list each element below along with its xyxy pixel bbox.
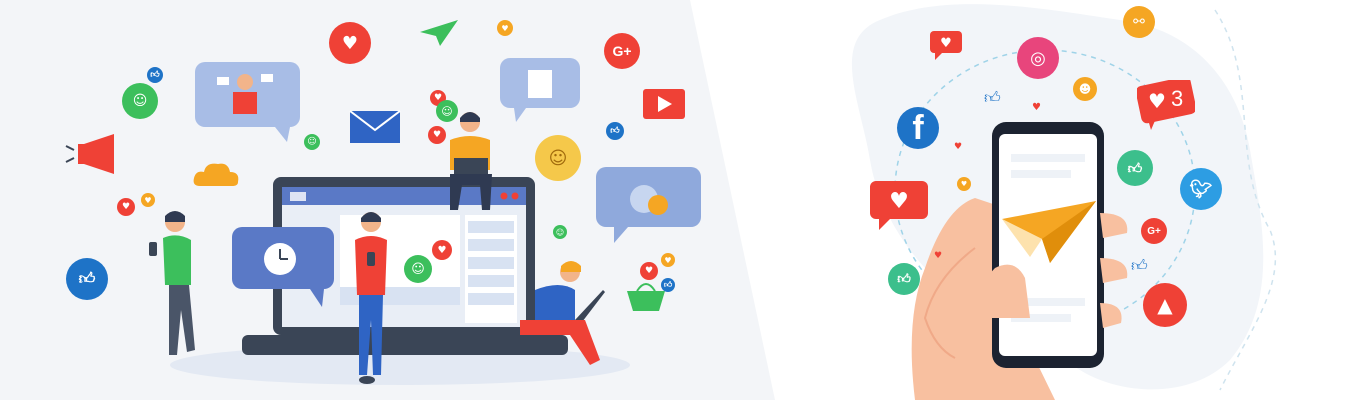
heart-bubble-small: ♥ xyxy=(930,31,962,60)
like-badge-right: 👍︎ xyxy=(606,122,624,140)
person-standing-red xyxy=(355,212,387,384)
like-badge-basket: 👍︎ xyxy=(661,278,675,292)
instagram-icon: ◎ xyxy=(1017,37,1059,79)
smiley-badge-right: ☺ xyxy=(553,225,567,239)
dollar-coin-icon xyxy=(648,195,668,215)
google-plus-icon-right: G+ xyxy=(1141,218,1167,244)
thumbs-up-icon-tiny: 👍︎ xyxy=(984,88,1001,107)
thumbs-up-icon-bottom: 👍︎ xyxy=(888,263,920,295)
heart-badge-screen: ♥ xyxy=(432,240,452,260)
facebook-icon: f xyxy=(897,107,939,149)
smiley-icon-small: ☺ xyxy=(404,255,432,283)
heart-icon-in-bubble: ♥ xyxy=(1148,89,1166,113)
heart-icon: ♥ xyxy=(329,22,371,64)
heart-icon-tiny-3: ♥ xyxy=(934,251,943,261)
heart-badge-small: ♥ xyxy=(117,198,135,216)
twitter-icon: 🐦︎ xyxy=(1180,168,1222,210)
document-icon xyxy=(528,70,552,98)
paper-plane-icon xyxy=(1002,201,1096,263)
chat-bubble-profile xyxy=(195,62,300,142)
google-plus-icon: G+ xyxy=(604,33,640,69)
smiley-icon: ☺ xyxy=(122,83,158,119)
heart-icon-tiny-2: ♥ xyxy=(954,142,963,152)
thumbs-up-icon-tiny-right: 👍︎ xyxy=(1131,256,1148,275)
heart-notification-bubble: ♥ xyxy=(870,181,928,230)
svg-text:♥: ♥ xyxy=(940,36,952,51)
heart-badge-tiny: ♥ xyxy=(957,177,971,191)
cloud-icon xyxy=(193,163,239,186)
heart-badge-basket: ♥ xyxy=(640,262,658,280)
mail-icon xyxy=(349,110,401,143)
smiley-badge-top: ☺ xyxy=(436,100,458,122)
heart-badge-orange: ♥ xyxy=(141,193,155,207)
profile-card-icon xyxy=(217,74,290,142)
user-icon: ☻ xyxy=(1073,77,1097,101)
thumbs-up-icon-green: 👍︎ xyxy=(1117,150,1153,186)
megaphone-icon xyxy=(65,134,114,174)
chat-bubble-document xyxy=(500,58,580,122)
warning-triangle-icon: ▲ xyxy=(1143,283,1187,327)
person-walking-phone xyxy=(149,211,195,355)
heart-badge-mid: ♥ xyxy=(428,126,446,144)
like-count-bubble: ♥ 3 xyxy=(1137,80,1195,130)
share-icon: ⚯ xyxy=(1123,6,1155,38)
chat-bubble-money xyxy=(596,167,701,243)
heart-badge-yellow: ♥ xyxy=(497,20,513,36)
like-count: 3 xyxy=(1171,86,1184,111)
heart-badge-basket-yellow: ♥ xyxy=(661,253,675,267)
social-media-marketing-banner: ♥ ☺ ☺ ☺ G+ 👍︎ 👍︎ ♥ ♥ ☺ ♥ ♥ ☺ ♥ 👍︎ ☺ ♥ ♥ … xyxy=(0,0,1366,400)
svg-text:♥: ♥ xyxy=(889,189,909,214)
like-badge-small: 👍︎ xyxy=(147,67,163,83)
wink-smiley-icon: ☺ xyxy=(535,135,581,181)
person-sitting-right xyxy=(520,261,605,365)
thumbs-up-icon: 👍︎ xyxy=(66,258,108,300)
smiley-badge-tiny: ☺ xyxy=(304,134,320,150)
chat-bubble-clock xyxy=(232,227,334,307)
heart-icon-tiny: ♥ xyxy=(1032,102,1041,113)
person-sitting-top xyxy=(450,112,492,210)
paper-plane-icon-small xyxy=(420,20,458,46)
video-play-icon xyxy=(643,89,685,119)
